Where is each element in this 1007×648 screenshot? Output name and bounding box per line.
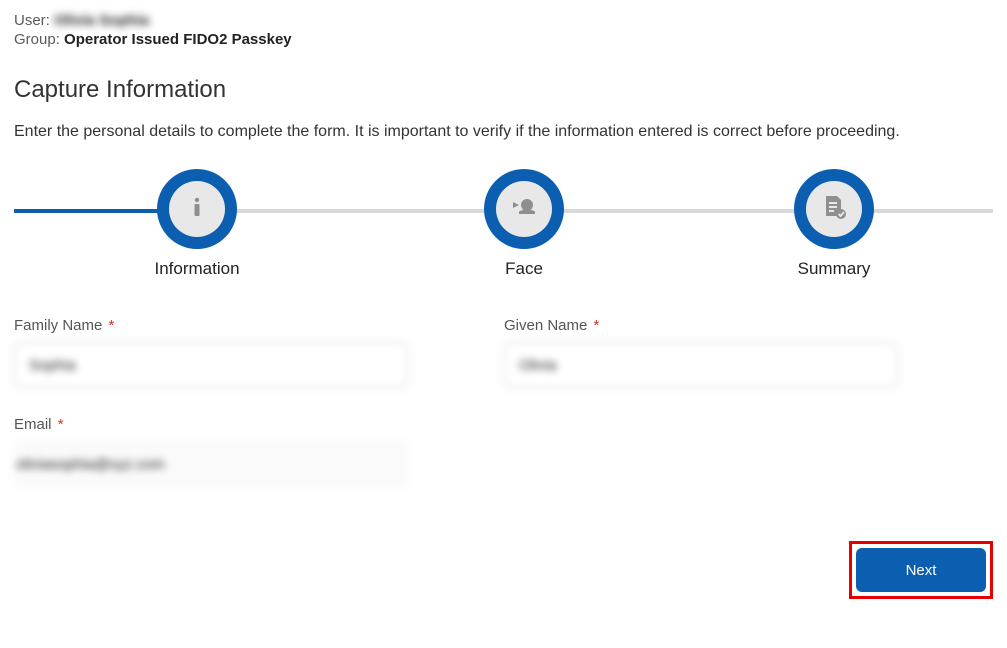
email-label: Email * [14,416,408,433]
user-meta: User: Olivia Sophia [14,12,993,29]
step-face-label: Face [505,259,543,279]
group-value: Operator Issued FIDO2 Passkey [64,31,292,48]
next-highlight: Next [849,541,993,599]
group-meta: Group: Operator Issued FIDO2 Passkey [14,31,993,48]
page-title: Capture Information [14,76,993,104]
step-information: Information [157,169,237,249]
step-summary-label: Summary [798,259,871,279]
stepper: Information Face [14,169,993,237]
email-value: oliviasophia@xyz.com [14,441,408,487]
required-asterisk: * [109,317,115,334]
family-name-input[interactable] [14,342,408,388]
required-asterisk: * [58,416,64,433]
given-name-label: Given Name * [504,317,898,334]
step-information-label: Information [154,259,239,279]
info-icon [185,195,209,224]
given-name-group: Given Name * [504,317,898,388]
next-button[interactable]: Next [856,548,986,592]
given-name-input[interactable] [504,342,898,388]
required-asterisk: * [594,317,600,334]
family-name-label: Family Name * [14,317,408,334]
page-instructions: Enter the personal details to complete t… [14,120,993,143]
summary-icon [820,193,848,226]
step-face: Face [484,169,564,249]
user-label: User: [14,12,50,29]
user-value: Olivia Sophia [54,12,149,29]
email-group: Email * oliviasophia@xyz.com [14,416,408,487]
family-name-group: Family Name * [14,317,408,388]
group-label: Group: [14,31,60,48]
step-summary: Summary [794,169,874,249]
face-icon [509,192,539,227]
